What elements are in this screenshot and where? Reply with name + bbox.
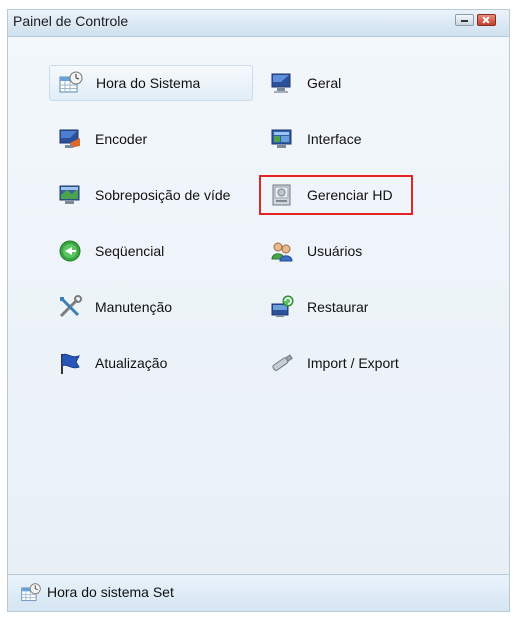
minimize-button[interactable] [455, 14, 474, 26]
restore-icon [269, 294, 295, 320]
menu-item-sobreposicao-de-video[interactable]: Sobreposição de víde [49, 177, 257, 213]
tools-icon [57, 294, 83, 320]
menu-item-atualizacao[interactable]: Atualização [49, 345, 253, 381]
menu-item-encoder[interactable]: Encoder [49, 121, 253, 157]
menu-item-sequencial[interactable]: Seqüencial [49, 233, 253, 269]
menu-item-manutencao[interactable]: Manutenção [49, 289, 253, 325]
menu-item-label: Restaurar [307, 299, 369, 315]
menu-item-label: Hora do Sistema [96, 75, 201, 91]
users-icon [269, 238, 295, 264]
menu-item-label: Usuários [307, 243, 363, 259]
sequence-green-arrow-icon [57, 238, 83, 264]
menu-item-label: Gerenciar HD [307, 187, 393, 203]
menu-item-label: Seqüencial [95, 243, 165, 259]
control-panel-window: Painel de Controle Hora do Sistema Encod… [7, 9, 510, 612]
menu-item-restaurar[interactable]: Restaurar [261, 289, 461, 325]
window-title: Painel de Controle [13, 13, 129, 29]
calendar-clock-icon [20, 582, 42, 604]
menu-item-label: Atualização [95, 355, 168, 371]
menu-item-label: Encoder [95, 131, 148, 147]
menu-item-label: Manutenção [95, 299, 173, 315]
flag-icon [57, 350, 83, 376]
menu-item-gerenciar-hd[interactable]: Gerenciar HD [259, 175, 413, 215]
general-monitor-icon [269, 70, 295, 96]
usb-pen-icon [269, 350, 295, 376]
menu-item-usuarios[interactable]: Usuários [261, 233, 461, 269]
video-overlay-monitor-icon [57, 182, 83, 208]
hard-drive-icon [269, 182, 295, 208]
menu-item-hora-do-sistema[interactable]: Hora do Sistema [49, 65, 253, 101]
title-bar: Painel de Controle [8, 10, 509, 37]
menu-item-label: Import / Export [307, 355, 399, 371]
close-button[interactable] [477, 14, 496, 26]
menu-item-import-export[interactable]: Import / Export [261, 345, 461, 381]
menu-item-label: Sobreposição de víde [95, 187, 231, 203]
menu-item-geral[interactable]: Geral [261, 65, 461, 101]
encoder-monitor-icon [57, 126, 83, 152]
control-panel-grid: Hora do Sistema Encoder Sobreposição de … [8, 37, 509, 575]
menu-item-label: Interface [307, 131, 362, 147]
status-bar: Hora do sistema Set [8, 574, 509, 611]
menu-item-interface[interactable]: Interface [261, 121, 461, 157]
menu-item-label: Geral [307, 75, 342, 91]
interface-monitor-icon [269, 126, 295, 152]
status-text: Hora do sistema Set [47, 584, 174, 600]
calendar-clock-icon [58, 70, 84, 96]
